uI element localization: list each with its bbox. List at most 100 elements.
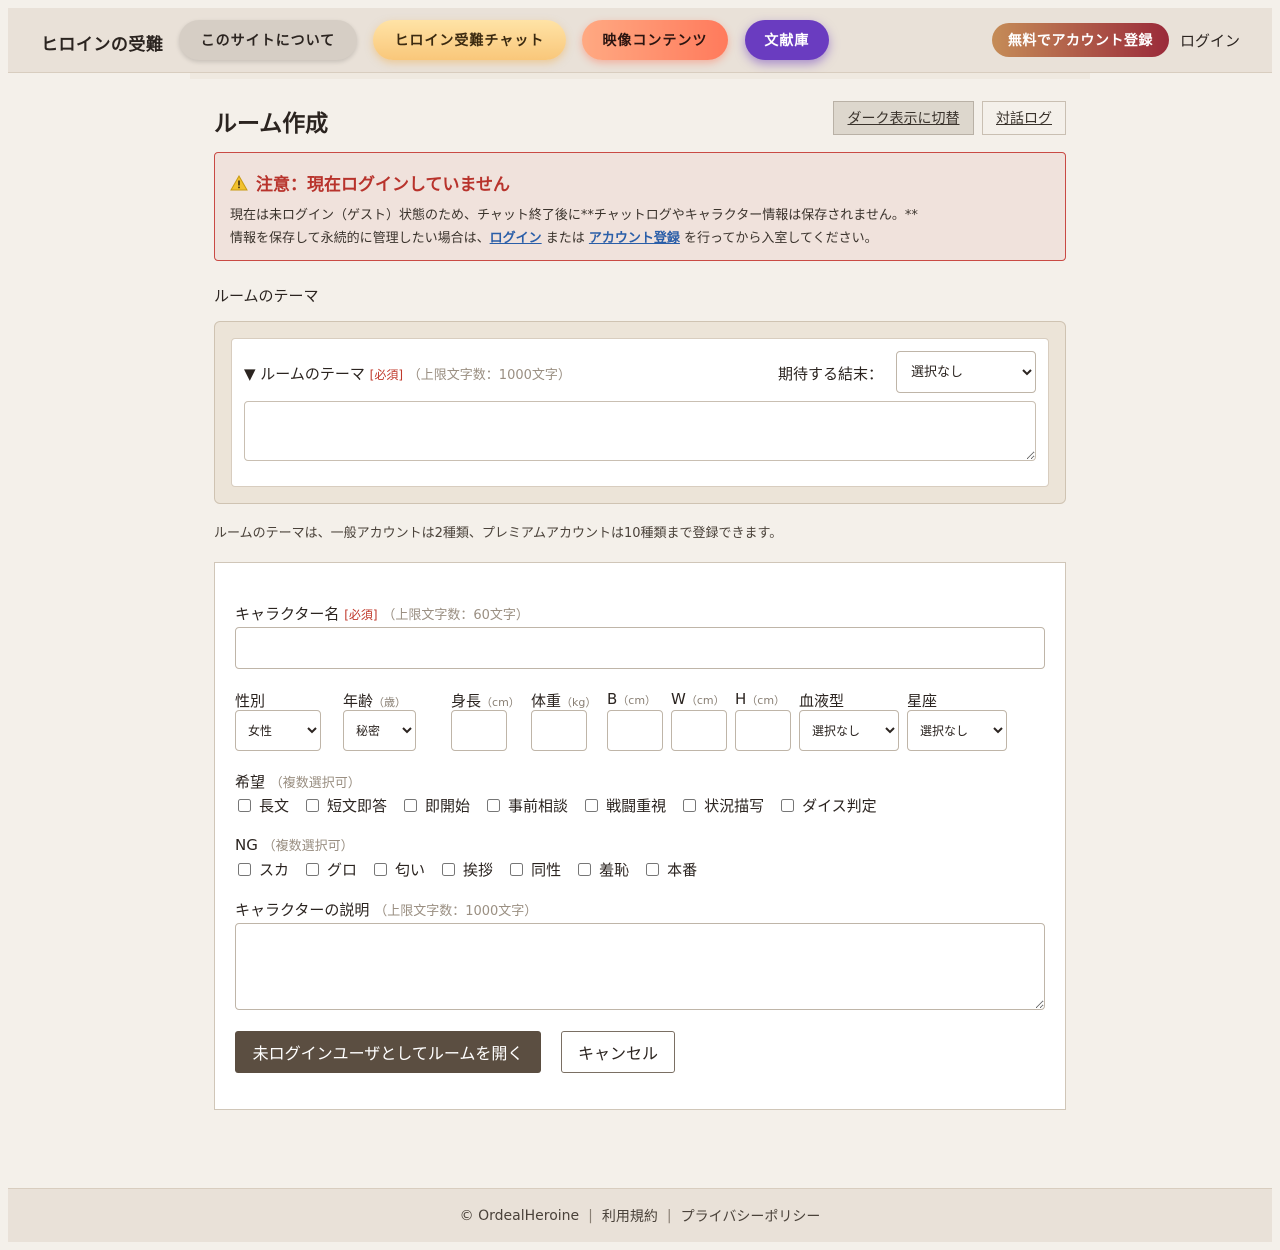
character-name-input[interactable] [235, 627, 1045, 669]
nav-library-button[interactable]: 文献庫 [745, 20, 829, 60]
ng-label: NG （複数選択可） [235, 835, 354, 854]
alert-register-link[interactable]: アカウント登録 [589, 231, 680, 246]
wish-option[interactable]: 長文 [235, 795, 289, 816]
guest-warning-alert: 注意：現在ログインしていません 現在は未ログイン（ゲスト）状態のため、チャット終… [214, 152, 1066, 261]
weight-unit: （kg） [561, 696, 597, 709]
ng-option[interactable]: 同性 [507, 859, 561, 880]
register-button[interactable]: 無料でアカウント登録 [992, 23, 1169, 57]
footer-privacy-link[interactable]: プライバシーポリシー [681, 1206, 821, 1226]
ng-option[interactable]: 挨拶 [439, 859, 493, 880]
wish-option[interactable]: 即開始 [401, 795, 470, 816]
bust-label: B（cm） [607, 690, 656, 708]
ng-option[interactable]: スカ [235, 859, 289, 880]
wish-label: 希望 （複数選択可） [235, 771, 361, 792]
hip-label: H（cm） [735, 690, 785, 708]
wish-option-label: 事前相談 [508, 797, 569, 815]
ng-checkbox[interactable] [510, 863, 524, 876]
age-unit: （歳） [373, 696, 407, 709]
gender-select[interactable]: 女性 [235, 710, 321, 751]
ending-label: 期待する結末： [778, 365, 884, 383]
wish-checkbox[interactable] [404, 799, 418, 812]
description-label: キャラクターの説明 （上限文字数：1000文字） [235, 899, 537, 920]
wish-options: 長文 短文即答 即開始 事前相談 戦闘重視 状況描写 ダイス判定 [235, 795, 891, 816]
alert-line-2-middle: または [541, 231, 589, 246]
wish-option[interactable]: 戦闘重視 [582, 795, 666, 816]
wish-option[interactable]: ダイス判定 [778, 795, 877, 816]
ng-option-label: 同性 [531, 861, 562, 879]
nav-about-button[interactable]: このサイトについて [179, 20, 357, 60]
wish-hint: （複数選択可） [269, 776, 361, 791]
login-link[interactable]: ログイン [1180, 30, 1240, 51]
ng-option[interactable]: 匂い [371, 859, 425, 880]
height-label: 身長（cm） [451, 690, 520, 711]
header-shadow [190, 73, 1090, 79]
ng-option[interactable]: 羞恥 [575, 859, 629, 880]
wish-checkbox[interactable] [585, 799, 599, 812]
ng-checkbox[interactable] [374, 863, 388, 876]
ng-label-text: NG [235, 836, 258, 854]
waist-label-text: W [671, 690, 686, 708]
height-unit: （cm） [481, 696, 520, 709]
ng-options: スカ グロ 匂い 挨拶 同性 羞恥 本番 [235, 859, 711, 880]
wish-option-label: 短文即答 [327, 797, 388, 815]
ng-checkbox[interactable] [578, 863, 592, 876]
description-label-text: キャラクターの説明 [235, 901, 370, 919]
nav-chat-button[interactable]: ヒロイン受難チャット [373, 20, 566, 60]
ng-checkbox[interactable] [646, 863, 660, 876]
age-select[interactable]: 秘密 [343, 710, 416, 751]
dark-mode-toggle-button[interactable]: ダーク表示に切替 [833, 101, 974, 135]
nav-video-button[interactable]: 映像コンテンツ [582, 20, 728, 60]
ng-option-label: 挨拶 [463, 861, 494, 879]
wish-option[interactable]: 事前相談 [484, 795, 568, 816]
footer-terms-link[interactable]: 利用規約 [602, 1206, 658, 1226]
bust-label-text: B [607, 690, 618, 708]
waist-input[interactable] [671, 710, 727, 751]
wish-option-label: 状況描写 [704, 797, 765, 815]
gender-label: 性別 [235, 692, 266, 710]
alert-title-text: 注意：現在ログインしていません [256, 175, 510, 195]
alert-title: 注意：現在ログインしていません [230, 170, 510, 195]
wish-checkbox[interactable] [683, 799, 697, 812]
wish-option[interactable]: 短文即答 [303, 795, 387, 816]
warning-icon [230, 174, 248, 190]
blood-type-select[interactable]: 選択なし [799, 710, 899, 751]
ng-option[interactable]: グロ [303, 859, 357, 880]
theme-heading[interactable]: ▼ ルームのテーマ [必須] （上限文字数：1000文字） [244, 363, 571, 384]
theme-textarea[interactable] [244, 401, 1036, 461]
character-name-required: [必須] [344, 608, 378, 622]
ng-option[interactable]: 本番 [643, 859, 697, 880]
height-input[interactable] [451, 710, 507, 751]
wish-option[interactable]: 状況描写 [680, 795, 764, 816]
zodiac-label: 星座 [907, 692, 938, 710]
waist-unit: （cm） [685, 694, 725, 707]
footer-separator: | [588, 1207, 593, 1224]
wish-option-label: 戦闘重視 [606, 797, 667, 815]
character-form: キャラクター名 [必須] （上限文字数：60文字） 性別 女性 年齢（歳） 秘密… [214, 562, 1066, 1110]
ng-checkbox[interactable] [238, 863, 251, 876]
theme-required-badge: [必須] [369, 368, 404, 382]
weight-input[interactable] [531, 710, 587, 751]
chat-log-button[interactable]: 対話ログ [982, 101, 1066, 135]
wish-checkbox[interactable] [781, 799, 795, 812]
bust-input[interactable] [607, 710, 663, 751]
description-textarea[interactable] [235, 923, 1045, 1010]
zodiac-select[interactable]: 選択なし [907, 710, 1007, 751]
open-room-button[interactable]: 未ログインユーザとしてルームを開く [235, 1031, 541, 1073]
theme-section-label: ルームのテーマ [214, 287, 319, 305]
ng-checkbox[interactable] [442, 863, 456, 876]
alert-login-link[interactable]: ログイン [490, 231, 542, 246]
weight-label-text: 体重 [531, 692, 562, 710]
wish-checkbox[interactable] [238, 799, 251, 812]
wish-option-label: 長文 [259, 797, 290, 815]
ending-select[interactable]: 選択なし [896, 351, 1036, 393]
ng-checkbox[interactable] [306, 863, 320, 876]
hip-input[interactable] [735, 710, 791, 751]
ng-option-label: 本番 [667, 861, 698, 879]
theme-note: ルームのテーマは、一般アカウントは2種類、プレミアムアカウントは10種類まで登録… [214, 526, 783, 541]
footer-separator: | [666, 1207, 672, 1224]
wish-checkbox[interactable] [306, 799, 320, 812]
site-brand[interactable]: ヒロインの受難 [41, 30, 164, 55]
wish-checkbox[interactable] [487, 799, 501, 812]
cancel-button[interactable]: キャンセル [561, 1031, 675, 1073]
alert-line-2-prefix: 情報を保存して永続的に管理したい場合は、 [230, 231, 490, 246]
